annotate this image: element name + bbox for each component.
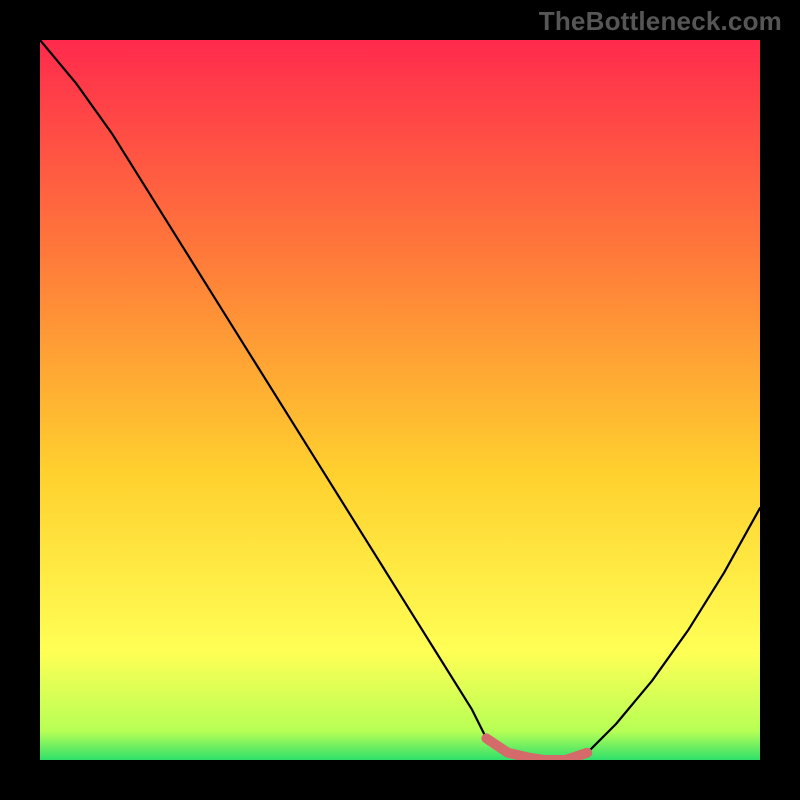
watermark-text: TheBottleneck.com xyxy=(539,6,782,37)
gradient-background xyxy=(40,40,760,760)
plot-area xyxy=(40,40,760,760)
plot-svg xyxy=(40,40,760,760)
chart-container: TheBottleneck.com xyxy=(0,0,800,800)
